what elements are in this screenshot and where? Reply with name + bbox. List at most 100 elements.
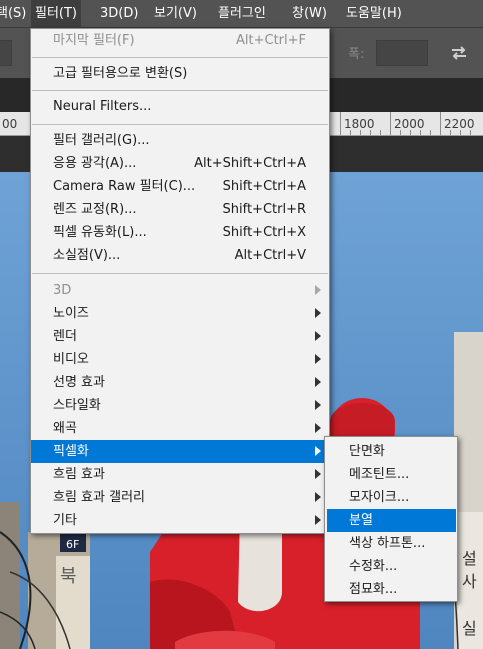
menu-item-neural-filters[interactable]: Neural Filters... xyxy=(31,95,329,118)
menu-item-render[interactable]: 렌더 xyxy=(31,325,329,348)
menu-bar: 택(S) 필터(T) 3D(D) 보기(V) 플러그인 창(W) 도움말(H) xyxy=(0,0,483,28)
ruler-tick xyxy=(430,130,431,135)
menu-separator xyxy=(32,57,328,58)
options-field[interactable] xyxy=(0,40,12,66)
width-input[interactable] xyxy=(376,40,428,66)
submenu-item-fragment[interactable]: 분열 xyxy=(327,509,456,532)
menu-separator xyxy=(32,90,328,91)
submenu-item-crystallize[interactable]: 수정화... xyxy=(327,555,456,578)
menu-item-last-filter[interactable]: 마지막 필터(F) Alt+Ctrl+F xyxy=(31,29,329,52)
menu-item-label: 응용 광각(A)... xyxy=(53,156,137,171)
menu-item-label: 단면화 xyxy=(349,444,385,459)
menu-item-label: 픽셀 유동화(L)... xyxy=(53,225,147,240)
menu-item-label: 기타 xyxy=(53,513,77,528)
menu-item-sharpen[interactable]: 선명 효과 xyxy=(31,371,329,394)
sign-text: 실 xyxy=(462,619,477,638)
menu-item-label: 비디오 xyxy=(53,352,89,367)
menu-item-shortcut: Alt+Shift+Ctrl+A xyxy=(194,156,306,171)
menu-item-stylize[interactable]: 스타일화 xyxy=(31,394,329,417)
ruler-tick xyxy=(350,130,351,135)
menu-window[interactable]: 창(W) xyxy=(288,0,331,28)
ruler-tick xyxy=(420,130,421,135)
menu-separator xyxy=(32,124,328,125)
menu-item-3d[interactable]: 3D xyxy=(31,279,329,302)
submenu-arrow-icon xyxy=(315,515,321,525)
ruler-tick xyxy=(380,130,381,135)
menu-item-video[interactable]: 비디오 xyxy=(31,348,329,371)
ruler-tick xyxy=(410,130,411,135)
menu-item-convert-smart-filters[interactable]: 고급 필터용으로 변환(S) xyxy=(31,62,329,85)
menu-item-label: 스타일화 xyxy=(53,398,101,413)
submenu-item-color-halftone[interactable]: 색상 하프톤... xyxy=(327,532,456,555)
menu-item-label: Camera Raw 필터(C)... xyxy=(53,179,196,194)
menu-item-adaptive-wide-angle[interactable]: 응용 광각(A)... Alt+Shift+Ctrl+A xyxy=(31,152,329,175)
ruler-tick xyxy=(340,112,341,135)
submenu-arrow-icon xyxy=(315,331,321,341)
menu-item-noise[interactable]: 노이즈 xyxy=(31,302,329,325)
menu-item-blur[interactable]: 흐림 효과 xyxy=(31,463,329,486)
menu-select[interactable]: 택(S) xyxy=(0,0,30,28)
menu-plugins[interactable]: 플러그인 xyxy=(214,0,270,28)
menu-filter[interactable]: 필터(T) xyxy=(31,0,82,28)
submenu-arrow-icon xyxy=(315,308,321,318)
submenu-arrow-icon xyxy=(315,285,321,295)
menu-item-label: 렌즈 교정(R)... xyxy=(53,202,137,217)
submenu-arrow-icon xyxy=(315,377,321,387)
pixelate-submenu: 단면화 메조틴트... 모자이크... 분열 색상 하프톤... 수정화... … xyxy=(324,436,458,602)
submenu-item-mezzotint[interactable]: 메조틴트... xyxy=(327,463,456,486)
swap-arrows-icon[interactable] xyxy=(448,42,470,64)
ruler-label: 2000 xyxy=(394,117,425,131)
menu-item-lens-correction[interactable]: 렌즈 교정(R)... Shift+Ctrl+R xyxy=(31,198,329,221)
menu-item-label: 흐림 효과 xyxy=(53,467,105,482)
submenu-arrow-icon xyxy=(315,423,321,433)
ruler-tick xyxy=(470,130,471,135)
ruler-tick xyxy=(450,130,451,135)
menu-item-camera-raw[interactable]: Camera Raw 필터(C)... Shift+Ctrl+A xyxy=(31,175,329,198)
ruler-tick xyxy=(360,130,361,135)
submenu-item-mosaic[interactable]: 모자이크... xyxy=(327,486,456,509)
ruler-tick xyxy=(370,130,371,135)
menu-item-label: 흐림 효과 갤러리 xyxy=(53,490,145,505)
menu-item-label: 점묘화... xyxy=(349,582,398,597)
ruler-tick xyxy=(390,112,391,135)
menu-item-label: 노이즈 xyxy=(53,306,89,321)
menu-item-label: 메조틴트... xyxy=(349,467,410,482)
menu-item-other[interactable]: 기타 xyxy=(31,509,329,532)
menu-item-label: Neural Filters... xyxy=(53,99,152,114)
submenu-arrow-icon xyxy=(315,469,321,479)
sign-text: 설 xyxy=(462,549,477,568)
ruler-tick xyxy=(400,130,401,135)
menu-item-label: 분열 xyxy=(349,513,373,528)
ruler-label: 00 xyxy=(2,117,18,131)
sign-text: 북 xyxy=(60,566,77,587)
ruler-label: 1800 xyxy=(344,117,375,131)
menu-item-distort[interactable]: 왜곡 xyxy=(31,417,329,440)
submenu-item-pointillize[interactable]: 점묘화... xyxy=(327,578,456,601)
menu-3d[interactable]: 3D(D) xyxy=(96,0,142,28)
menu-item-label: 마지막 필터(F) xyxy=(53,33,135,48)
menu-item-label: 3D xyxy=(53,283,72,298)
ruler-tick xyxy=(440,112,441,135)
menu-item-blur-gallery[interactable]: 흐림 효과 갤러리 xyxy=(31,486,329,509)
menu-item-label: 소실점(V)... xyxy=(53,248,121,263)
sign-text: 6F xyxy=(66,538,79,551)
menu-item-shortcut: Alt+Ctrl+V xyxy=(234,248,306,263)
menu-item-liquify[interactable]: 픽셀 유동화(L)... Shift+Ctrl+X xyxy=(31,221,329,244)
menu-item-label: 색상 하프톤... xyxy=(349,536,426,551)
submenu-arrow-icon xyxy=(315,400,321,410)
menu-view[interactable]: 보기(V) xyxy=(150,0,201,28)
menu-item-pixelate[interactable]: 픽셀화 xyxy=(31,440,329,463)
menu-item-shortcut: Shift+Ctrl+R xyxy=(222,202,307,217)
menu-item-label: 렌더 xyxy=(53,329,77,344)
menu-separator xyxy=(32,273,328,274)
submenu-arrow-icon xyxy=(315,354,321,364)
menu-item-vanishing-point[interactable]: 소실점(V)... Alt+Ctrl+V xyxy=(31,244,329,267)
menu-item-label: 고급 필터용으로 변환(S) xyxy=(53,66,188,81)
menu-item-label: 수정화... xyxy=(349,559,398,574)
submenu-arrow-icon xyxy=(315,446,321,456)
menu-item-filter-gallery[interactable]: 필터 갤러리(G)... xyxy=(31,129,329,152)
menu-item-label: 선명 효과 xyxy=(53,375,105,390)
menu-help[interactable]: 도움말(H) xyxy=(342,0,406,28)
submenu-item-facet[interactable]: 단면화 xyxy=(327,440,456,463)
ruler-label: 2200 xyxy=(444,117,475,131)
